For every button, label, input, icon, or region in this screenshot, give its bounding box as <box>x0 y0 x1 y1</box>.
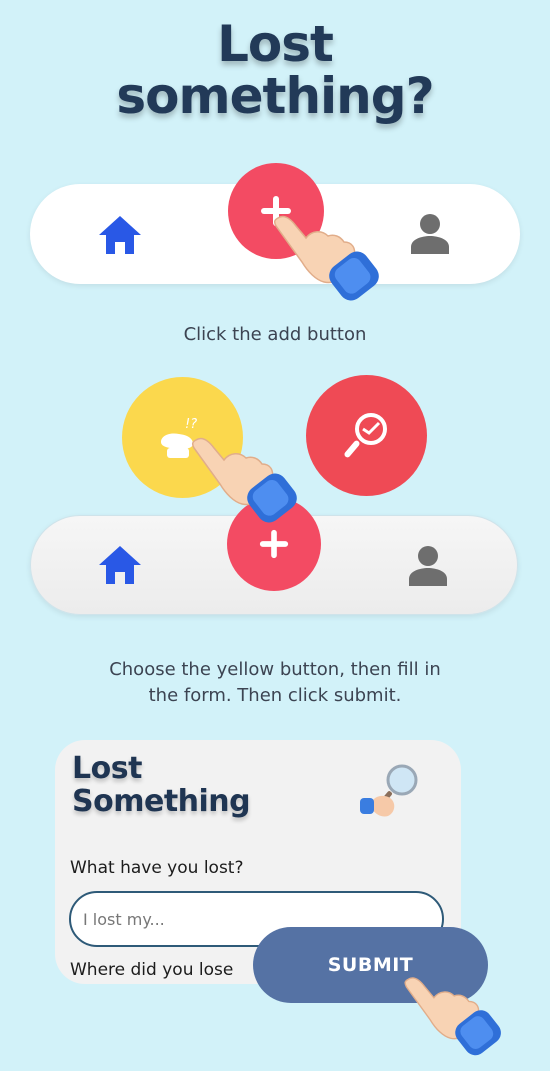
pointing-hand-icon <box>272 210 388 310</box>
user-icon[interactable] <box>408 545 448 587</box>
lost-location-label: Where did you lose <box>70 960 234 980</box>
home-icon[interactable] <box>97 214 143 256</box>
svg-text:!?: !? <box>185 417 197 432</box>
search-icon <box>344 412 387 457</box>
pointing-hand-icon <box>402 972 510 1064</box>
step2-caption-line1: Choose the yellow button, then fill in <box>109 659 441 680</box>
page-title-line1: Lost <box>217 15 334 73</box>
found-item-button[interactable] <box>306 375 427 496</box>
page-title-line2: something? <box>116 67 434 125</box>
pointing-hand-icon <box>190 432 306 532</box>
lost-item-label: What have you lost? <box>70 858 244 878</box>
page-title: Lost something? <box>0 18 550 122</box>
plus-icon <box>259 529 289 559</box>
user-icon[interactable] <box>410 213 450 255</box>
step2-caption-line2: the form. Then click submit. <box>148 685 402 706</box>
form-title-line2: Something <box>72 784 251 819</box>
magnifier-hand-icon <box>358 762 426 822</box>
home-icon[interactable] <box>97 544 143 586</box>
form-title: Lost Something <box>72 751 251 819</box>
form-title-line1: Lost <box>72 751 142 786</box>
step2-caption: Choose the yellow button, then fill in t… <box>0 657 550 709</box>
step1-caption: Click the add button <box>183 324 367 345</box>
